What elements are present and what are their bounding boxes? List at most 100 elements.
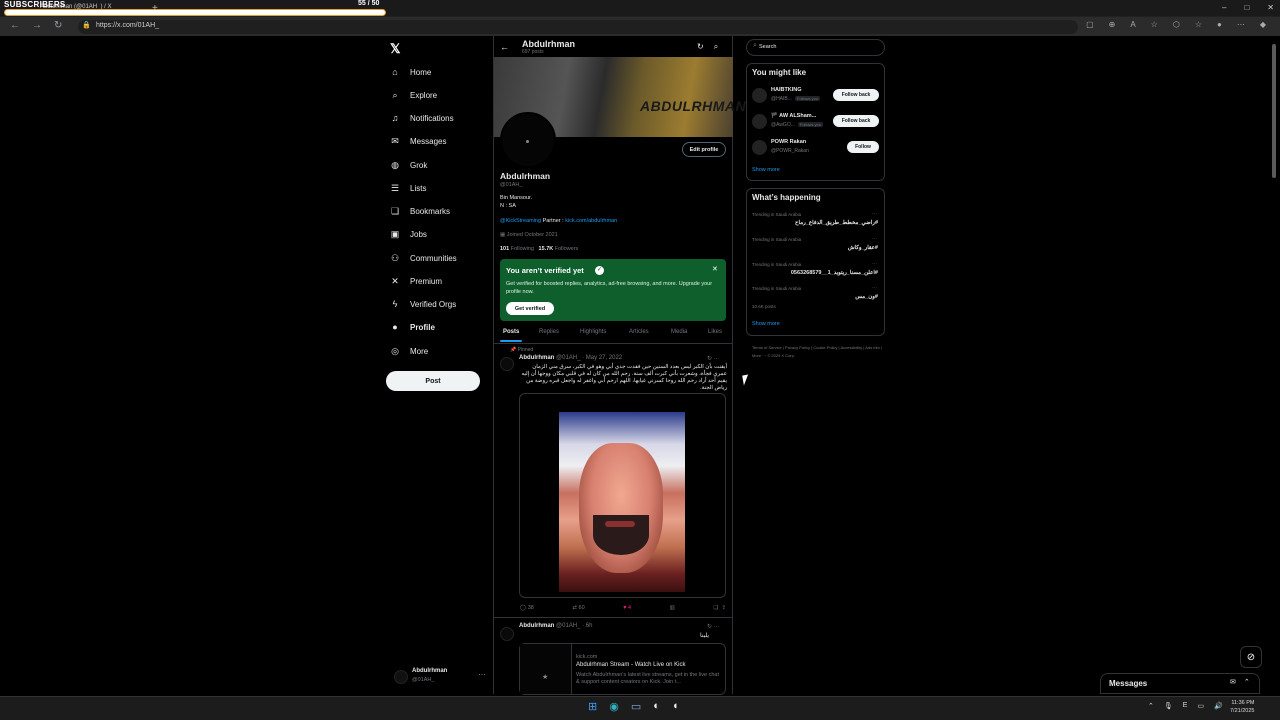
- expand-icon[interactable]: ⌃: [1244, 678, 1250, 686]
- sidebar-item-notifications[interactable]: ♫ Notifications: [390, 109, 454, 127]
- follow-button[interactable]: Follow: [847, 141, 879, 153]
- tab-likes[interactable]: Likes: [708, 329, 722, 335]
- system-clock[interactable]: 11:36 PM 7/21/2025: [1230, 699, 1254, 715]
- suggestion-handle[interactable]: @POWR_Rakan: [771, 148, 809, 154]
- suggestion-name[interactable]: POWR Rakan: [771, 139, 806, 145]
- suggestion-handle[interactable]: @HAIB... Follows you: [771, 96, 821, 102]
- app-icon[interactable]: ▭: [631, 700, 641, 713]
- url-text[interactable]: https://x.com/01AH_: [96, 22, 159, 29]
- follow-back-button[interactable]: Follow back: [833, 89, 879, 101]
- tab-posts[interactable]: Posts: [503, 329, 519, 335]
- tab-articles[interactable]: Articles: [629, 329, 649, 335]
- back-arrow-icon[interactable]: ←: [500, 42, 509, 52]
- bookmark-icon[interactable]: ❏: [713, 605, 718, 611]
- search-icon[interactable]: ⌕: [714, 42, 718, 52]
- share-icon[interactable]: ⇪: [721, 605, 726, 611]
- kick-url-link[interactable]: kick.com/abdulrhman: [565, 218, 617, 224]
- trend-topic[interactable]: #اعلن_مسنا_ريتويد_1__0563268579: [791, 270, 878, 276]
- suggestion-avatar[interactable]: [752, 140, 767, 155]
- reply-action[interactable]: ◯ 38: [520, 605, 534, 611]
- more-icon[interactable]: ···: [872, 236, 877, 242]
- app-install-icon[interactable]: ▢: [1086, 20, 1094, 29]
- account-handle[interactable]: @01AH_: [412, 677, 434, 683]
- more-icon[interactable]: ···: [872, 285, 877, 291]
- account-more-icon[interactable]: ···: [478, 670, 486, 679]
- show-more-link[interactable]: Show more: [752, 167, 780, 173]
- trend-topic[interactable]: #عقار_وكاش: [848, 245, 878, 251]
- sidebar-item-jobs[interactable]: ▣ Jobs: [390, 225, 427, 243]
- post-author[interactable]: Abdulrhman @01AH_ · May 27, 2022: [519, 355, 622, 361]
- tab-media[interactable]: Media: [671, 329, 687, 335]
- post-avatar[interactable]: [500, 627, 514, 641]
- grok-icon[interactable]: ↻: [707, 356, 712, 362]
- search-placeholder[interactable]: Search: [759, 44, 776, 50]
- sidebar-item-explore[interactable]: ⌕ Explore: [390, 86, 437, 104]
- account-name[interactable]: Abdulrhman: [412, 668, 447, 674]
- sidebar-footer[interactable]: Terms of Service | Privacy Policy | Cook…: [752, 344, 882, 360]
- menu-dots-icon[interactable]: ⋯: [1237, 20, 1245, 29]
- suggestion-name[interactable]: 🏴 AW ALSham...: [771, 113, 816, 119]
- suggestion-name[interactable]: HAIBTKING: [771, 87, 802, 93]
- sidebar-item-bookmarks[interactable]: ❏ Bookmarks: [390, 202, 450, 220]
- more-icon[interactable]: ···: [872, 211, 877, 217]
- sidebar-item-premium[interactable]: ✕ Premium: [390, 272, 442, 290]
- sidebar-item-messages[interactable]: ✉ Messages: [390, 132, 446, 150]
- edge-icon[interactable]: ◉: [609, 700, 619, 713]
- minimize-icon[interactable]: –: [1222, 3, 1226, 12]
- tab-replies[interactable]: Replies: [539, 329, 559, 335]
- windows-start-icon[interactable]: ⊞: [588, 700, 597, 713]
- suggestion-avatar[interactable]: [752, 114, 767, 129]
- grok-refresh-icon[interactable]: ↻: [697, 42, 704, 52]
- reload-icon[interactable]: ↻: [54, 20, 62, 31]
- grok-button[interactable]: ⊘: [1240, 646, 1262, 668]
- new-tab-icon[interactable]: +: [152, 3, 158, 14]
- post-author[interactable]: Abdulrhman @01AH_ · 6h: [519, 623, 592, 629]
- suggestion-handle[interactable]: @AwGO... Follows you: [771, 122, 824, 128]
- sidebar-item-verified-orgs[interactable]: ϟ Verified Orgs: [390, 295, 457, 313]
- account-avatar[interactable]: [394, 670, 408, 684]
- forward-icon[interactable]: →: [32, 20, 42, 31]
- trend-topic[interactable]: #راضي_مخطط_طريق_الدفاع_رماح: [795, 220, 878, 226]
- get-verified-button[interactable]: Get verified: [506, 302, 554, 315]
- profile-avatar-icon[interactable]: ●: [1217, 20, 1222, 29]
- more-icon[interactable]: ···: [714, 624, 720, 630]
- suggestion-avatar[interactable]: [752, 88, 767, 103]
- link-card-thumbnail[interactable]: [520, 644, 572, 694]
- copilot-icon[interactable]: ◆: [1260, 20, 1266, 29]
- network-icon[interactable]: ▭: [1197, 702, 1204, 710]
- more-icon[interactable]: ···: [714, 356, 720, 362]
- edit-profile-button[interactable]: Edit profile: [682, 142, 726, 157]
- messages-drawer-title[interactable]: Messages: [1109, 679, 1147, 688]
- repost-action[interactable]: ⇄ 60: [572, 605, 584, 611]
- favorites-icon[interactable]: ☆: [1195, 20, 1202, 29]
- extensions-icon[interactable]: ⬡: [1173, 20, 1180, 29]
- sidebar-item-grok[interactable]: ◍ Grok: [390, 156, 427, 174]
- analytics-icon[interactable]: ▥: [670, 605, 675, 611]
- maximize-icon[interactable]: □: [1244, 3, 1249, 12]
- sidebar-item-more[interactable]: ◎ More: [390, 342, 428, 360]
- favorite-star-icon[interactable]: ☆: [1151, 20, 1158, 29]
- grok-icon[interactable]: ↻: [707, 624, 712, 630]
- post-button[interactable]: Post: [386, 371, 480, 391]
- url-field[interactable]: [78, 20, 1078, 34]
- zoom-icon[interactable]: ⊕: [1109, 20, 1116, 29]
- obs-icon[interactable]: ◐: [653, 700, 660, 713]
- chevron-up-icon[interactable]: ⌃: [1148, 702, 1154, 710]
- more-icon[interactable]: ···: [872, 261, 877, 267]
- language-icon[interactable]: E: [1183, 702, 1188, 710]
- x-logo-icon[interactable]: 𝕏: [390, 41, 400, 57]
- mic-icon[interactable]: 🎙: [1164, 702, 1173, 710]
- page-scrollbar[interactable]: [1272, 44, 1276, 178]
- post-avatar[interactable]: [500, 357, 514, 371]
- close-window-icon[interactable]: ✕: [1267, 3, 1274, 12]
- following-count[interactable]: 101: [500, 246, 509, 252]
- app-icon[interactable]: ◖: [672, 700, 679, 713]
- follow-back-button[interactable]: Follow back: [833, 115, 879, 127]
- sidebar-item-profile[interactable]: ● Profile: [390, 318, 435, 336]
- sidebar-item-home[interactable]: ⌂ Home: [390, 63, 431, 81]
- like-action[interactable]: ♥ 4: [623, 605, 631, 611]
- new-message-icon[interactable]: ✉: [1230, 678, 1236, 686]
- sidebar-item-lists[interactable]: ☰ Lists: [390, 179, 427, 197]
- link-card-title[interactable]: Abdulrhman Stream - Watch Live on Kick: [576, 662, 686, 668]
- trend-topic[interactable]: #ون_مس: [855, 294, 878, 300]
